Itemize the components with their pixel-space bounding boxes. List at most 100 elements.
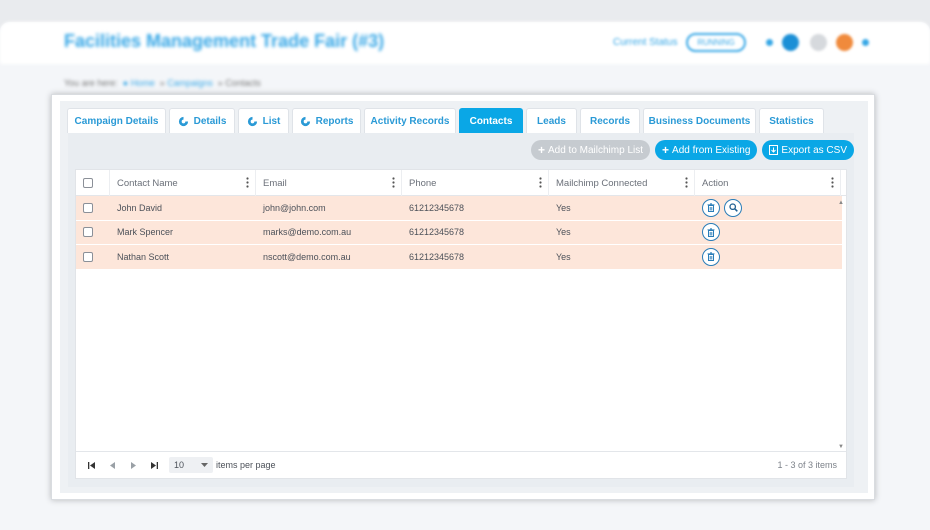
breadcrumb: You are here: ● Home » Campaigns » Conta… [64, 78, 261, 88]
tab-label: Reports [315, 115, 354, 127]
column-title: Contact Name [117, 177, 178, 189]
tab-label: Activity Records [370, 115, 450, 127]
column-header-action[interactable]: Action [695, 170, 841, 196]
scroll-down-arrow-icon[interactable]: ▼ [838, 444, 844, 450]
row-select-cell [76, 221, 110, 245]
tab-label: Statistics [769, 115, 814, 127]
panel-inner: Campaign Details Details List Reports Ac… [60, 101, 868, 493]
tab-contacts[interactable]: Contacts [459, 108, 523, 133]
table-row[interactable]: John David john@john.com 61212345678 Yes [76, 196, 842, 221]
email-cell: nscott@demo.com.au [263, 251, 351, 262]
tab-leads[interactable]: Leads [526, 108, 577, 133]
item-count: 1 - 3 of 3 items [777, 460, 837, 470]
add-from-existing-button[interactable]: + Add from Existing [655, 140, 758, 160]
select-all-checkbox[interactable] [83, 178, 93, 188]
contact-name-cell: John David [117, 202, 163, 213]
plus-icon: + [537, 143, 545, 157]
tab-details[interactable]: Details [169, 108, 235, 133]
tab-business-documents[interactable]: Business Documents [643, 108, 756, 133]
search-icon [728, 203, 738, 213]
tab-label: Details [193, 115, 227, 127]
button-label: Add to Mailchimp List [547, 144, 644, 156]
swirl-icon [247, 116, 257, 126]
column-header-contact-name[interactable]: Contact Name [110, 170, 256, 196]
page-size-select[interactable]: 10 [169, 457, 213, 473]
column-title: Mailchimp Connected [556, 177, 648, 189]
row-select-cell [76, 245, 110, 269]
grid-header: Contact Name Email Phone Mailchimp Conne… [76, 170, 846, 196]
plus-icon: + [662, 143, 670, 157]
table-row[interactable]: Nathan Scott nscott@demo.com.au 61212345… [76, 245, 842, 270]
scroll-up-arrow-icon[interactable]: ▲ [838, 200, 844, 206]
tab-activity-records[interactable]: Activity Records [364, 108, 456, 133]
last-page-icon[interactable] [148, 459, 160, 471]
email-cell: marks@demo.com.au [263, 227, 352, 238]
column-header-phone[interactable]: Phone [402, 170, 549, 196]
mailchimp-cell: Yes [556, 202, 571, 213]
column-header-mailchimp[interactable]: Mailchimp Connected [549, 170, 695, 196]
tab-label: Records [589, 115, 630, 127]
tab-label: Business Documents [648, 115, 751, 127]
phone-cell: 61212345678 [409, 227, 465, 238]
swirl-icon [178, 116, 188, 126]
tab-records[interactable]: Records [580, 108, 640, 133]
tab-label: Contacts [469, 115, 513, 127]
first-page-icon[interactable] [85, 459, 97, 471]
column-menu-icon[interactable] [539, 177, 542, 188]
tab-list[interactable]: List [238, 108, 289, 133]
export-csv-button[interactable]: Export as CSV [762, 140, 854, 160]
campaign-panel: Campaign Details Details List Reports Ac… [51, 94, 875, 500]
row-checkbox[interactable] [83, 251, 93, 262]
breadcrumb-prefix: You are here: [64, 78, 118, 88]
action-cell [695, 245, 835, 269]
table-row[interactable]: Mark Spencer marks@demo.com.au 612123456… [76, 220, 842, 245]
column-menu-icon[interactable] [831, 177, 834, 188]
column-title: Email [263, 177, 287, 189]
tab-label: Campaign Details [74, 115, 159, 127]
status-arrow-left-icon [766, 39, 773, 46]
column-title: Action [702, 177, 729, 189]
row-select-cell [76, 196, 110, 220]
swirl-icon [300, 116, 310, 126]
breadcrumb-item-home: Home [130, 78, 155, 88]
pager: 10 items per page 1 - 3 of 3 items [76, 451, 846, 478]
status-label: Current Status [613, 37, 678, 48]
tab-reports[interactable]: Reports [292, 108, 361, 133]
column-menu-icon[interactable] [392, 177, 395, 188]
column-header-email[interactable]: Email [256, 170, 402, 196]
next-page-icon[interactable] [127, 459, 139, 471]
button-label: Add from Existing [672, 144, 751, 156]
status-arrow-right-icon [862, 39, 869, 46]
delete-button[interactable] [702, 247, 720, 266]
status-step-stop-icon [836, 34, 853, 51]
tab-label: Leads [537, 115, 566, 127]
column-menu-icon[interactable] [246, 177, 249, 188]
row-checkbox[interactable] [83, 202, 93, 213]
phone-cell: 61212345678 [409, 251, 465, 262]
action-cell [695, 221, 835, 245]
grid-body: John David john@john.com 61212345678 Yes [76, 196, 842, 270]
breadcrumb-item-contacts: Contacts [225, 78, 261, 88]
items-per-page-label: items per page [216, 460, 276, 470]
status-step-active-icon [782, 34, 799, 51]
view-button[interactable] [724, 198, 742, 217]
chevron-down-icon [201, 463, 208, 467]
column-title: Phone [409, 177, 437, 189]
page-title: Facilities Management Trade Fair (#3) [64, 31, 385, 51]
previous-page-icon[interactable] [106, 459, 118, 471]
mailchimp-cell: Yes [556, 251, 571, 262]
breadcrumb-home-icon: ● [122, 78, 129, 88]
tab-bar: Campaign Details Details List Reports Ac… [67, 108, 824, 133]
delete-button[interactable] [702, 198, 720, 217]
email-cell: john@john.com [263, 202, 326, 213]
tab-statistics[interactable]: Statistics [759, 108, 824, 133]
delete-button[interactable] [702, 223, 720, 242]
status-step-pending-icon [810, 34, 827, 51]
row-checkbox[interactable] [83, 227, 93, 238]
trash-icon [707, 203, 715, 213]
tab-campaign-details[interactable]: Campaign Details [67, 108, 166, 133]
contacts-grid: Contact Name Email Phone Mailchimp Conne… [75, 169, 847, 479]
toolbar: + Add to Mailchimp List + Add from Exist… [530, 140, 854, 160]
column-menu-icon[interactable] [685, 177, 688, 188]
add-to-mailchimp-button[interactable]: + Add to Mailchimp List [530, 140, 651, 160]
